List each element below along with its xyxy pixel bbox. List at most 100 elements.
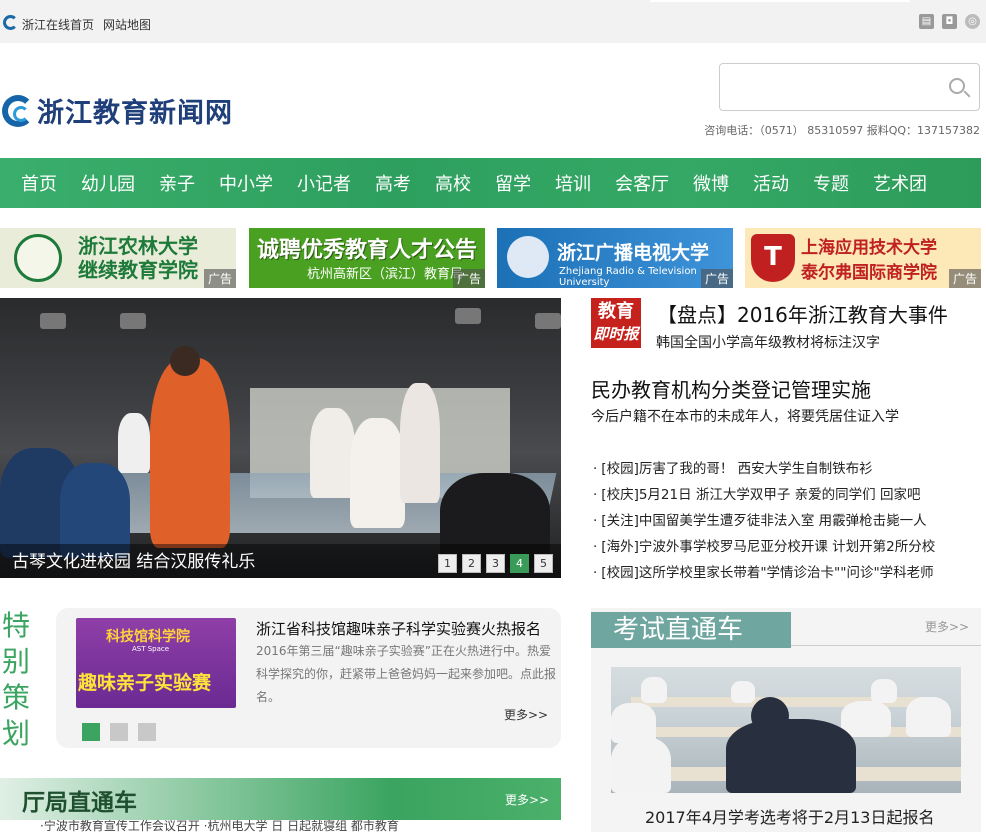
bureau-section-title: 厅局直通车 <box>22 789 137 816</box>
headline-2-sub[interactable]: 今后户籍不在本市的未成年人，将要凭居住证入学 <box>591 406 899 426</box>
slide-page-2[interactable]: 2 <box>462 554 481 573</box>
exam-photo[interactable] <box>611 667 961 793</box>
sitemap-link[interactable]: 网站地图 <box>103 16 151 33</box>
bookmark-icon[interactable]: ▤ <box>919 14 934 29</box>
nav-item-topics[interactable]: 专题 <box>801 170 861 196</box>
camera-icon[interactable]: ◘ <box>942 14 957 29</box>
ad-banner-forestry-university[interactable]: 浙江农林大学 继续教育学院 广告 <box>0 228 236 288</box>
nav-item-university[interactable]: 高校 <box>423 170 483 196</box>
ad3-title: 浙江广播电视大学 <box>557 242 710 264</box>
brand-mark-icon <box>2 94 34 127</box>
top-icons: ▤ ◘ ◎ <box>919 14 980 29</box>
ad-tag: 广告 <box>452 269 485 288</box>
ad2-title: 诚聘优秀教育人才公告 <box>257 238 478 263</box>
nav-item-kindergarten[interactable]: 幼儿园 <box>69 170 147 196</box>
student-figure <box>871 679 897 703</box>
ad-tag: 广告 <box>203 269 236 288</box>
bureau-news-strip[interactable]: ·宁波市教育宣传工作会议召开 ·杭州电大学 日 日起就寝组 都市教育 <box>0 820 561 832</box>
nav-item-training[interactable]: 培训 <box>543 170 603 196</box>
stage-light-icon <box>455 308 481 324</box>
news-list-item[interactable]: [关注]中国留美学生遭歹徒非法入室 用霰弹枪击毙一人 <box>593 508 935 534</box>
performer-figure <box>150 358 230 548</box>
exam-caption[interactable]: 2017年4月学考选考将于2月13日起报名 <box>645 804 934 828</box>
student-figure <box>906 697 951 737</box>
special-feature-title[interactable]: 浙江省科技馆趣味亲子科学实验赛火热报名 <box>256 618 541 639</box>
performer-figure <box>350 418 405 528</box>
nav-item-parenting[interactable]: 亲子 <box>147 170 207 196</box>
performer-figure <box>310 408 355 498</box>
student-figure <box>841 701 891 737</box>
divider <box>791 645 981 646</box>
headline-2[interactable]: 民办教育机构分类登记管理实施 <box>591 374 871 403</box>
nav-item-art-troupe[interactable]: 艺术团 <box>861 170 939 196</box>
news-flash-badge: 教育 即时报 <box>591 298 641 348</box>
stage-light-icon <box>40 313 66 329</box>
special-page-dot[interactable] <box>82 723 100 741</box>
search-input[interactable] <box>720 64 930 108</box>
search-icon[interactable] <box>949 78 965 94</box>
special-page-dot[interactable] <box>110 723 128 741</box>
ad-banner-shanghai-institute[interactable]: T 上海应用技术大学 泰尔弗国际商学院 广告 <box>745 228 981 288</box>
slide-page-5[interactable]: 5 <box>534 554 553 573</box>
special-feature-desc: 2016年第三届“趣味亲子实验赛”正在火热进行中。热爱科学探究的你，赶紧带上爸爸… <box>256 644 557 704</box>
home-link[interactable]: 浙江在线首页 <box>22 16 94 33</box>
headline-1-sub[interactable]: 韩国全国小学高年级教材将标注汉字 <box>656 332 880 352</box>
search-box <box>719 63 980 111</box>
student-figure <box>731 681 755 703</box>
performer-head <box>170 346 200 376</box>
special-pager <box>82 723 156 741</box>
nav-item-gaokao[interactable]: 高考 <box>363 170 423 196</box>
slide-page-4[interactable]: 4 <box>510 554 529 573</box>
ad2-subtitle: 杭州高新区（滨江）教育局 <box>307 267 464 282</box>
university-emblem-icon <box>507 236 549 278</box>
slide-caption[interactable]: 古琴文化进校园 结合汉服传礼乐 <box>12 547 255 572</box>
slide-page-1[interactable]: 1 <box>438 554 457 573</box>
ad1-text: 浙江农林大学 继续教育学院 <box>78 234 198 282</box>
student-figure <box>611 737 671 793</box>
bureau-more-link[interactable]: 更多>> <box>505 791 549 808</box>
contact-info: 咨询电话：（0571） 85310597 报料QQ：137157382 <box>704 124 980 137</box>
student-figure <box>641 677 667 703</box>
news-list-item[interactable]: [校庆]5月21日 浙江大学双甲子 亲爱的同学们 回家吧 <box>593 482 935 508</box>
special-more-link[interactable]: 更多>> <box>504 706 548 723</box>
ad-tag: 广告 <box>948 269 981 288</box>
news-list-item[interactable]: [校园]厉害了我的哥！ 西安大学生自制铁布衫 <box>593 456 935 482</box>
top-edge-mark <box>650 0 910 2</box>
main-nav: 首页 幼儿园 亲子 中小学 小记者 高考 高校 留学 培训 会客厅 微博 活动 … <box>0 158 981 208</box>
news-list-item[interactable]: [海外]宁波外事学校罗马尼亚分校开课 计划开第2所分校 <box>593 534 935 560</box>
special-feature-label: 特 别 策 划 <box>2 609 31 750</box>
bureau-section-header: 厅局直通车 更多>> <box>0 778 561 820</box>
ad4-subtitle: 泰尔弗国际商学院 <box>801 263 937 283</box>
photo-slideshow[interactable]: 古琴文化进校园 结合汉服传礼乐 1 2 3 4 5 <box>0 298 561 578</box>
exam-more-link[interactable]: 更多>> <box>925 618 969 635</box>
shield-logo-icon: T <box>751 234 795 282</box>
nav-item-lounge[interactable]: 会客厅 <box>603 170 681 196</box>
globe-icon[interactable]: ◎ <box>965 14 980 29</box>
stage-light-icon <box>120 313 146 329</box>
student-figure <box>726 719 856 793</box>
brand-logo[interactable]: 浙江教育新闻网 <box>2 91 233 130</box>
nav-item-study-abroad[interactable]: 留学 <box>483 170 543 196</box>
performer-figure <box>118 413 150 473</box>
ad4-title: 上海应用技术大学 <box>801 238 937 258</box>
ad-tag: 广告 <box>700 269 733 288</box>
news-list-item[interactable]: [校园]这所学校里家长带着"学情诊治卡""问诊"学科老师 <box>593 560 935 586</box>
slide-page-3[interactable]: 3 <box>486 554 505 573</box>
ad-banner-radio-tv-university[interactable]: 浙江广播电视大学 Zhejiang Radio & Television Uni… <box>497 228 733 288</box>
nav-item-home[interactable]: 首页 <box>0 170 69 196</box>
special-feature-image[interactable]: 科技馆科学院 AST Space 趣味亲子实验赛 <box>76 618 236 708</box>
nav-item-young-reporter[interactable]: 小记者 <box>285 170 363 196</box>
ad-row: 浙江农林大学 继续教育学院 广告 诚聘优秀教育人才公告 杭州高新区（滨江）教育局 … <box>0 228 986 288</box>
headline-1[interactable]: 【盘点】2016年浙江教育大事件 <box>657 299 948 328</box>
university-seal-icon <box>14 234 62 282</box>
performer-figure <box>400 383 440 503</box>
special-page-dot[interactable] <box>138 723 156 741</box>
nav-item-weibo[interactable]: 微博 <box>681 170 741 196</box>
stage-light-icon <box>535 313 561 329</box>
news-list: [校园]厉害了我的哥！ 西安大学生自制铁布衫 [校庆]5月21日 浙江大学双甲子… <box>593 456 935 586</box>
nav-item-events[interactable]: 活动 <box>741 170 801 196</box>
top-bar: 浙江在线首页 网站地图 ▤ ◘ ◎ <box>0 0 986 43</box>
site-logo-icon <box>3 15 18 30</box>
nav-item-k12[interactable]: 中小学 <box>207 170 285 196</box>
ad-banner-recruitment[interactable]: 诚聘优秀教育人才公告 杭州高新区（滨江）教育局 广告 <box>249 228 485 288</box>
